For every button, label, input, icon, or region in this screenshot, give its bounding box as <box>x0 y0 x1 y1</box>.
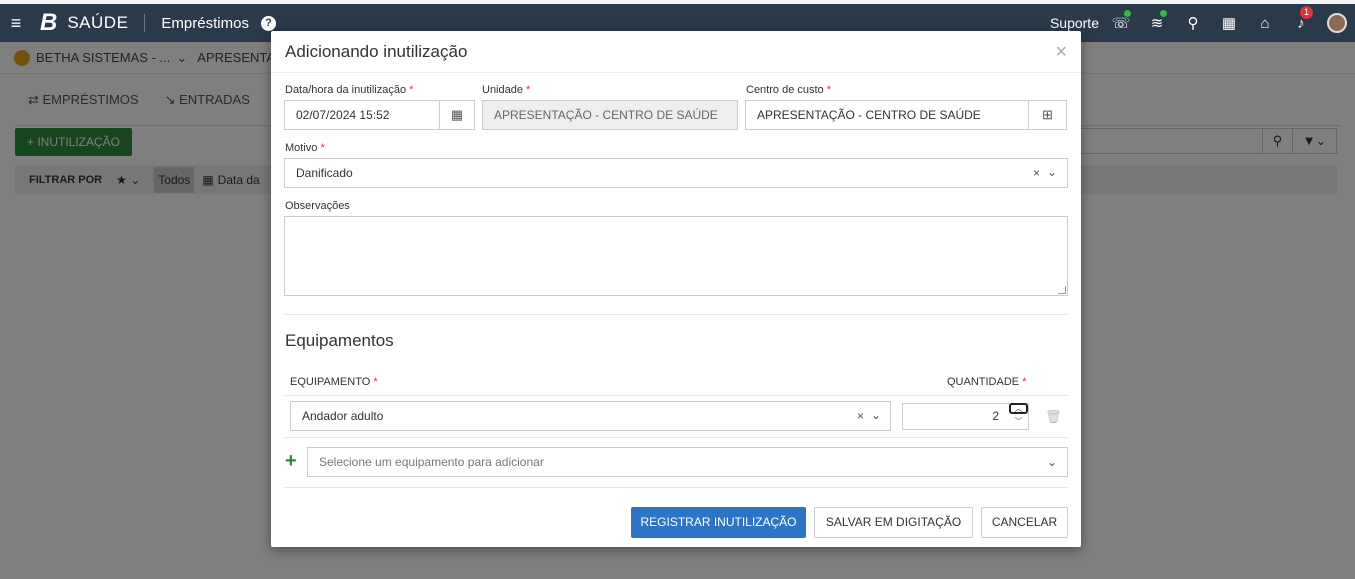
datetime-input[interactable]: 02/07/2024 15:52 <box>284 100 440 130</box>
header-divider <box>271 72 1081 73</box>
required-mark: * <box>1022 376 1027 388</box>
register-button[interactable]: REGISTRAR INUTILIZAÇÃO <box>631 507 806 538</box>
equipment-section-title: Equipamentos <box>285 331 394 350</box>
help-icon[interactable]: ? <box>260 15 276 31</box>
cost-center-label: Centro de custo * <box>746 84 831 96</box>
chevron-down-icon[interactable]: ⌄ <box>1047 455 1057 469</box>
table-header-divider <box>285 395 1068 396</box>
required-mark: * <box>826 84 831 96</box>
notification-badge: 1 <box>1300 5 1313 19</box>
bell-icon[interactable]: ♪ 1 <box>1283 5 1319 32</box>
chevron-down-icon[interactable]: ⌄ <box>1047 165 1057 179</box>
clear-icon[interactable]: × <box>1033 166 1040 180</box>
decrement-icon[interactable]: ﹀ <box>1011 417 1026 427</box>
increment-icon[interactable]: ︿ <box>1009 403 1028 414</box>
cancel-button[interactable]: CANCELAR <box>981 507 1068 538</box>
add-inutilizacao-modal: Adicionando inutilização × Data/hora da … <box>271 31 1081 547</box>
nav-separator <box>144 14 146 32</box>
notes-label: Observações <box>285 200 350 212</box>
trash-icon[interactable]: 🗑 <box>1045 409 1062 425</box>
footer-divider <box>285 487 1068 488</box>
apps-grid-icon[interactable]: ▦ <box>1211 14 1247 32</box>
notes-textarea[interactable] <box>284 216 1068 296</box>
reason-label: Motivo * <box>285 142 325 154</box>
datetime-label: Data/hora da inutilização * <box>285 84 413 96</box>
unit-input: APRESENTAÇÃO - CENTRO DE SAÚDE <box>482 100 738 130</box>
required-mark: * <box>320 142 325 154</box>
equipment-column-header: EQUIPAMENTO * <box>290 376 378 388</box>
search-icon[interactable]: ⚲ <box>1175 14 1211 32</box>
wifi-icon[interactable]: ≋ <box>1139 10 1175 32</box>
nav-right-actions: Suporte ☏ ≋ ⚲ ▦ ⌂ ♪ 1 <box>1050 4 1355 42</box>
resize-handle[interactable] <box>1058 286 1066 294</box>
user-avatar[interactable] <box>1327 13 1347 33</box>
add-equipment-select[interactable]: Selecione um equipamento para adicionar <box>307 447 1068 477</box>
modal-title: Adicionando inutilização <box>285 42 468 61</box>
hamburger-menu-icon[interactable]: ≡ <box>0 13 32 34</box>
brand-name[interactable]: SAÚDE <box>67 13 128 33</box>
reason-label-text: Motivo <box>285 142 318 154</box>
required-mark: * <box>526 84 531 96</box>
online-dot <box>1124 10 1131 17</box>
clear-icon[interactable]: × <box>857 409 864 423</box>
support-headset-icon[interactable]: ☏ <box>1103 10 1139 32</box>
reason-select[interactable]: Danificado <box>284 158 1068 188</box>
online-dot <box>1160 10 1167 17</box>
module-name[interactable]: Empréstimos <box>161 15 249 32</box>
chevron-down-icon[interactable]: ⌄ <box>871 408 881 422</box>
unit-label: Unidade * <box>482 84 530 96</box>
org-tree-icon[interactable]: ⊞ <box>1028 100 1067 130</box>
gift-icon[interactable]: ⌂ <box>1247 15 1283 32</box>
brand-logo[interactable]: B <box>40 9 57 37</box>
close-icon[interactable]: × <box>1055 41 1067 64</box>
cost-center-input[interactable]: APRESENTAÇÃO - CENTRO DE SAÚDE <box>745 100 1029 130</box>
required-mark: * <box>373 376 378 388</box>
quantity-column-header: QUANTIDADE * <box>947 376 1026 388</box>
quantity-header-text: QUANTIDADE <box>947 376 1020 388</box>
cost-center-label-text: Centro de custo <box>746 84 824 96</box>
datetime-label-text: Data/hora da inutilização <box>285 84 407 96</box>
save-draft-button[interactable]: SALVAR EM DIGITAÇÃO <box>814 507 973 538</box>
required-mark: * <box>409 84 414 96</box>
calendar-icon[interactable]: ▦ <box>439 100 475 130</box>
equipment-header-text: EQUIPAMENTO <box>290 376 371 388</box>
add-icon[interactable]: + <box>285 450 297 473</box>
row-divider <box>285 437 1068 438</box>
equipment-select[interactable]: Andador adulto <box>290 401 891 431</box>
support-label[interactable]: Suporte <box>1050 15 1099 31</box>
unit-label-text: Unidade <box>482 84 523 96</box>
section-divider <box>285 314 1068 315</box>
